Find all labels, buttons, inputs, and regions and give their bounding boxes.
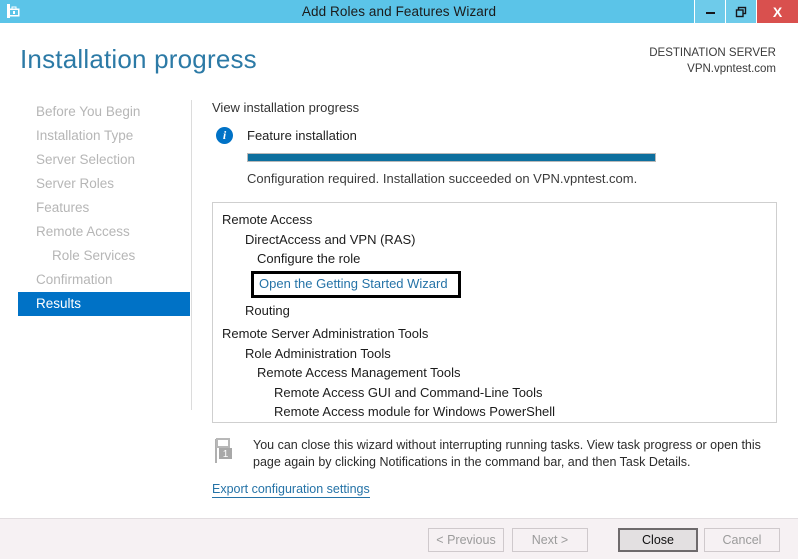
- sidebar-item-server-selection[interactable]: Server Selection: [0, 148, 191, 172]
- wizard-navigation-sidebar: Before You Begin Installation Type Serve…: [0, 100, 192, 410]
- close-wizard-notice: 1 You can close this wizard without inte…: [212, 437, 778, 471]
- section-label: View installation progress: [212, 100, 360, 115]
- sidebar-item-features[interactable]: Features: [0, 196, 191, 220]
- info-icon: i: [216, 127, 233, 144]
- result-item-remote-access-gui-and-command-line-tools: Remote Access GUI and Command-Line Tools: [274, 384, 543, 400]
- window-controls: X: [694, 0, 798, 23]
- minimize-button[interactable]: [694, 0, 725, 23]
- wizard-footer: < Previous Next > Close Cancel: [0, 518, 798, 559]
- sidebar-item-server-roles[interactable]: Server Roles: [0, 172, 191, 196]
- title-bar: Add Roles and Features Wizard X: [0, 0, 798, 23]
- result-item-directaccess-and-vpn: DirectAccess and VPN (RAS): [245, 231, 416, 247]
- installation-status-text: Configuration required. Installation suc…: [247, 171, 638, 186]
- notification-flag-icon: 1: [212, 437, 237, 465]
- add-roles-and-features-wizard-window: Add Roles and Features Wizard X Installa…: [0, 0, 798, 559]
- main-content: View installation progress i Feature ins…: [212, 100, 778, 186]
- result-item-routing: Routing: [245, 302, 290, 318]
- installation-results-box: Remote Access DirectAccess and VPN (RAS)…: [212, 202, 777, 423]
- window-title: Add Roles and Features Wizard: [301, 4, 497, 19]
- getting-started-wizard-highlight: Open the Getting Started Wizard: [251, 270, 461, 298]
- sidebar-item-remote-access[interactable]: Remote Access: [0, 220, 191, 244]
- installation-progress-bar: [247, 153, 656, 162]
- sidebar-item-results[interactable]: Results: [18, 292, 190, 316]
- result-item-remote-access-management-tools: Remote Access Management Tools: [257, 365, 461, 380]
- destination-server: DESTINATION SERVER VPN.vpntest.com: [649, 45, 776, 77]
- destination-server-value: VPN.vpntest.com: [687, 63, 776, 75]
- svg-text:1: 1: [223, 449, 229, 460]
- export-configuration-settings-link[interactable]: Export configuration settings: [212, 482, 370, 498]
- progress-bar-fill: [248, 154, 655, 161]
- sidebar-item-installation-type[interactable]: Installation Type: [0, 124, 191, 148]
- previous-button[interactable]: < Previous: [428, 528, 504, 552]
- result-item-role-administration-tools: Role Administration Tools: [245, 345, 391, 361]
- sidebar-item-role-services[interactable]: Role Services: [0, 244, 191, 268]
- close-button[interactable]: X: [756, 0, 798, 23]
- feature-installation-row: i Feature installation: [216, 127, 778, 144]
- destination-server-label: DESTINATION SERVER: [649, 47, 776, 59]
- close-wizard-button[interactable]: Close: [618, 528, 698, 552]
- result-item-remote-access-module-for-windows-powershell: Remote Access module for Windows PowerSh…: [274, 404, 556, 419]
- result-item-configure-the-role: Configure the role: [257, 251, 361, 266]
- restore-button[interactable]: [725, 0, 756, 23]
- cancel-button[interactable]: Cancel: [704, 528, 780, 552]
- sidebar-item-confirmation[interactable]: Confirmation: [0, 268, 191, 292]
- getting-started-wizard-row: Open the Getting Started Wizard: [213, 270, 776, 298]
- close-wizard-notice-text: You can close this wizard without interr…: [253, 438, 761, 469]
- page-title: Installation progress: [20, 44, 257, 74]
- result-item-remote-server-administration-tools: Remote Server Administration Tools: [222, 326, 429, 341]
- open-getting-started-wizard-link[interactable]: Open the Getting Started Wizard: [259, 276, 448, 291]
- feature-installation-label: Feature installation: [247, 128, 357, 143]
- sidebar-item-before-you-begin[interactable]: Before You Begin: [0, 100, 191, 124]
- result-item-remote-access: Remote Access: [222, 212, 313, 227]
- next-button[interactable]: Next >: [512, 528, 588, 552]
